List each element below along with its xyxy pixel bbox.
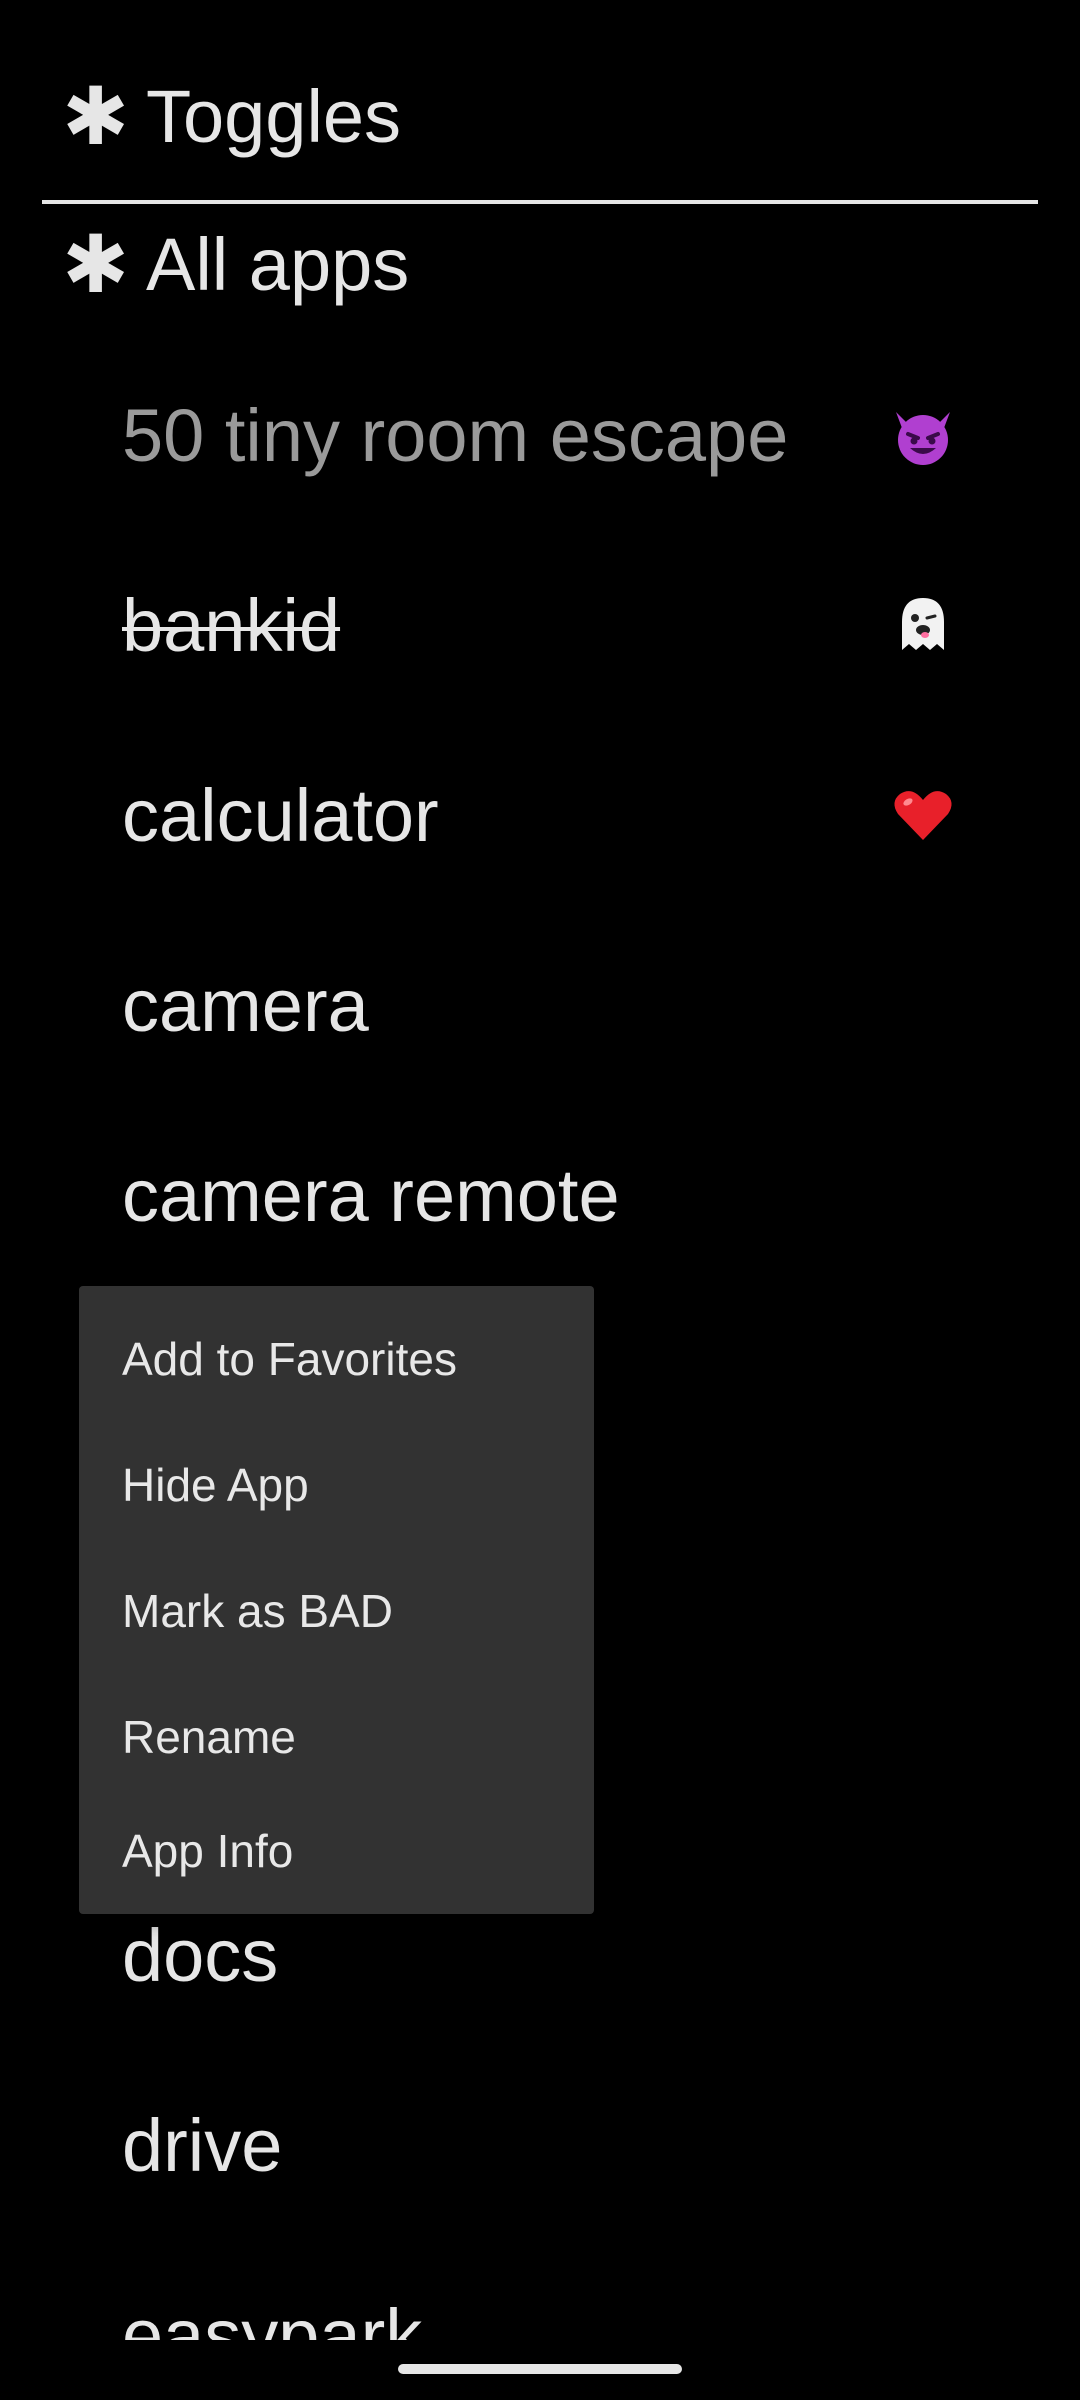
ghost-icon <box>888 590 958 660</box>
menu-item-rename[interactable]: Rename <box>79 1674 594 1800</box>
app-item-easypark[interactable]: easypark <box>0 2240 1080 2341</box>
red-heart-icon <box>888 780 958 850</box>
menu-item-mark-as-bad[interactable]: Mark as BAD <box>79 1548 594 1674</box>
app-item-calculator[interactable]: calculator <box>0 720 1080 910</box>
app-label: 50 tiny room escape <box>122 393 789 477</box>
app-label: camera <box>122 963 369 1047</box>
gesture-nav-handle[interactable] <box>398 2364 682 2374</box>
section-divider <box>42 200 1038 204</box>
menu-item-add-to-favorites[interactable]: Add to Favorites <box>79 1296 594 1422</box>
app-item-drive[interactable]: drive <box>0 2050 1080 2240</box>
app-label: camera remote <box>122 1153 620 1237</box>
app-label: easypark <box>122 2293 423 2341</box>
app-item-camera-remote[interactable]: camera remote <box>0 1100 1080 1290</box>
asterisk-icon: ✱ <box>62 72 130 161</box>
app-item-bankid[interactable]: bankid <box>0 530 1080 720</box>
section-header-toggles[interactable]: ✱ Toggles <box>62 70 401 163</box>
menu-item-hide-app[interactable]: Hide App <box>79 1422 594 1548</box>
smiling-devil-icon <box>888 400 958 470</box>
app-context-menu: Add to Favorites Hide App Mark as BAD Re… <box>79 1286 594 1914</box>
app-label: drive <box>122 2103 283 2187</box>
app-label: bankid <box>122 583 341 667</box>
asterisk-icon: ✱ <box>62 220 130 309</box>
app-list-scroll-area[interactable]: ✱ Toggles ✱ All apps 50 tiny room escape… <box>0 0 1080 2340</box>
menu-item-app-info[interactable]: App Info <box>79 1788 594 1914</box>
section-header-label: All apps <box>146 223 410 306</box>
app-item-camera[interactable]: camera <box>0 910 1080 1100</box>
app-label: calculator <box>122 773 439 857</box>
section-header-all-apps[interactable]: ✱ All apps <box>62 218 409 311</box>
app-label: docs <box>122 1913 279 1997</box>
app-item-50-tiny-room-escape[interactable]: 50 tiny room escape <box>0 340 1080 530</box>
section-header-label: Toggles <box>146 75 402 158</box>
